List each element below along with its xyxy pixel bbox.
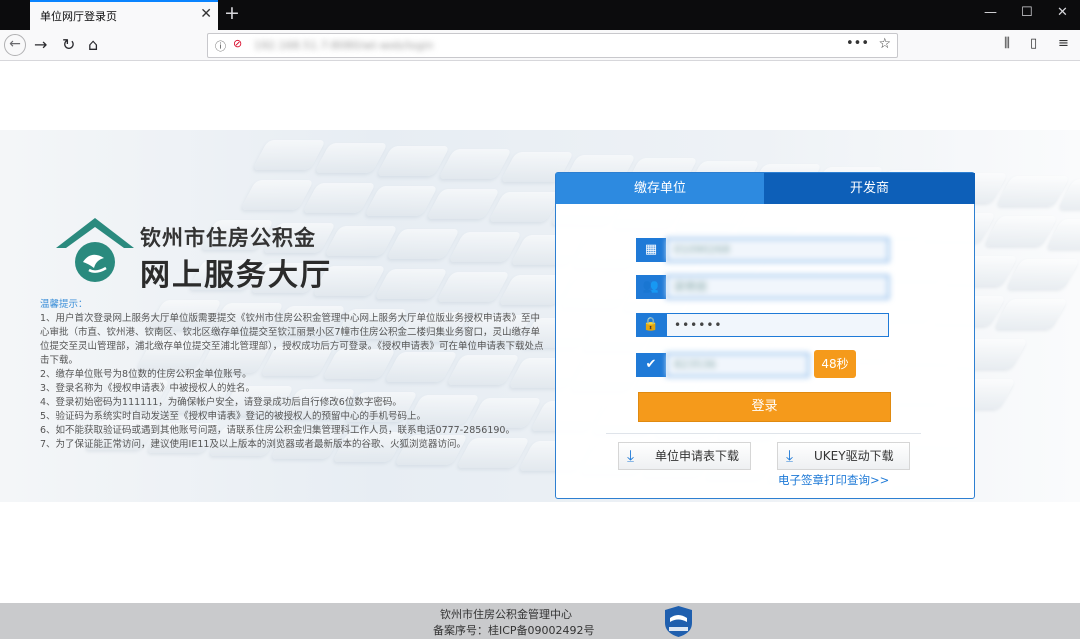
library-icon[interactable]: ⫼ (1004, 36, 1010, 51)
download-icon: ⤓ (627, 446, 635, 465)
page-actions-icon[interactable]: ••• (846, 36, 869, 51)
forward-icon[interactable]: → (34, 34, 47, 56)
tab-deposit-unit[interactable]: 缴存单位 (556, 173, 764, 204)
keyboard-key-decoration (448, 232, 522, 262)
captcha-countdown-button[interactable]: 48秒 (814, 350, 856, 378)
tab-title: 单位网厅登录页 (40, 10, 117, 23)
download-ukey-button[interactable]: ⤓ UKEY驱动下载 (777, 442, 910, 470)
esign-query-link[interactable]: 电子签章打印查询>> (778, 472, 889, 488)
divider (606, 433, 921, 434)
menu-icon[interactable]: ≡ (1058, 36, 1069, 51)
keyboard-key-decoration (438, 149, 512, 179)
login-button[interactable]: 登录 (638, 392, 891, 422)
minimize-button[interactable]: — (984, 5, 997, 20)
tips-title: 温馨提示： (40, 299, 88, 310)
keyboard-key-decoration (364, 186, 438, 216)
keyboard-key-decoration (996, 176, 1070, 206)
tip-item: 3、登录名称为《授权申请表》中被授权人的姓名。 (40, 383, 256, 394)
keyboard-key-decoration (374, 269, 448, 299)
brand-name: 钦州市住房公积金 (140, 226, 316, 250)
keyboard-key-decoration (324, 226, 398, 256)
keyboard-key-decoration (1006, 259, 1080, 289)
footer-organization: 钦州市住房公积金管理中心 (440, 608, 572, 621)
captcha-input[interactable]: 823536 (666, 353, 809, 377)
tip-item: 2、缴存单位账号为8位数的住房公积金单位账号。 (40, 369, 252, 380)
new-tab-button[interactable]: + (224, 2, 240, 24)
keyboard-key-decoration (994, 299, 1068, 329)
tip-item: 1、用户首次登录网上服务大厅单位版需要提交《钦州市住房公积金管理中心网上服务大厅… (40, 313, 544, 366)
home-icon[interactable]: ⌂ (88, 34, 98, 56)
password-input[interactable]: •••••• (666, 313, 889, 337)
keyboard-key-decoration (426, 189, 500, 219)
brand-subtitle: 网上服务大厅 (140, 258, 332, 293)
maximize-button[interactable]: ☐ (1021, 5, 1033, 20)
footer: 钦州市住房公积金管理中心 备案序号：桂ICP备09002492号 (0, 603, 1080, 639)
tip-item: 4、登录初始密码为111111，为确保帐户安全，请登录成功后自行修改6位数字密码… (40, 397, 402, 408)
tip-item: 6、如不能获取验证码或遇到其他账号问题，请联系住房公积金归集管理科工作人员，联系… (40, 425, 515, 436)
browser-tab-strip: 单位网厅登录页 ✕ + — ☐ ✕ (0, 0, 1080, 30)
building-icon: ▦ (636, 238, 666, 262)
back-icon[interactable]: ← (4, 34, 26, 56)
keyboard-key-decoration (376, 146, 450, 176)
shield-check-icon: ✔ (636, 353, 666, 377)
bookmark-star-icon[interactable]: ☆ (878, 36, 891, 52)
keyboard-key-decoration (252, 140, 326, 170)
keyboard-key-decoration (984, 216, 1058, 246)
url-text[interactable]: 192.168.51.7:8080/wt-web/login (254, 39, 433, 52)
sidebar-icon[interactable]: ▯ (1030, 36, 1037, 51)
tip-item: 5、验证码为系统实时自动发送至《授权申请表》登记的被授权人的预留中心的手机号码上… (40, 411, 427, 422)
footer-icp[interactable]: 备案序号：桂ICP备09002492号 (433, 622, 595, 638)
tips-section: 温馨提示： 1、用户首次登录网上服务大厅单位版需要提交《钦州市住房公积金管理中心… (40, 298, 548, 452)
login-panel: 缴存单位 开发商 ▦ 01090268 👥 梁艳丽 🔒 •••••• ✔ 823… (555, 172, 975, 499)
keyboard-key-decoration (302, 183, 376, 213)
browser-tab[interactable]: 单位网厅登录页 ✕ (30, 0, 218, 30)
download-icon: ⤓ (786, 446, 794, 465)
download-form-label: 单位申请表下载 (655, 449, 740, 463)
download-form-button[interactable]: ⤓ 单位申请表下载 (618, 442, 751, 470)
keyboard-key-decoration (240, 180, 314, 210)
download-ukey-label: UKEY驱动下载 (814, 449, 894, 463)
insecure-lock-icon[interactable]: ⊘ (233, 37, 242, 50)
username-input[interactable]: 梁艳丽 (666, 275, 889, 299)
account-input[interactable]: 01090268 (666, 238, 889, 262)
lock-icon: 🔒 (636, 313, 666, 337)
tab-developer[interactable]: 开发商 (764, 173, 975, 204)
address-bar[interactable]: ⓘ ⊘ 192.168.51.7:8080/wt-web/login ••• ☆ (207, 33, 898, 58)
keyboard-key-decoration (386, 229, 460, 259)
browser-nav-bar: ← → ↻ ⌂ ⓘ ⊘ 192.168.51.7:8080/wt-web/log… (0, 30, 1080, 61)
tab-close-icon[interactable]: ✕ (200, 6, 212, 22)
housing-fund-logo-icon (56, 218, 134, 282)
close-window-button[interactable]: ✕ (1057, 5, 1068, 20)
reload-icon[interactable]: ↻ (62, 34, 75, 56)
keyboard-key-decoration (314, 143, 388, 173)
info-icon[interactable]: ⓘ (215, 38, 226, 54)
government-badge-icon[interactable] (665, 606, 692, 637)
tip-item: 7、为了保证能正常访问，建议使用IE11及以上版本的浏览器或者最新版本的谷歌、火… (40, 439, 466, 450)
users-icon: 👥 (636, 275, 666, 299)
keyboard-key-decoration (488, 192, 562, 222)
